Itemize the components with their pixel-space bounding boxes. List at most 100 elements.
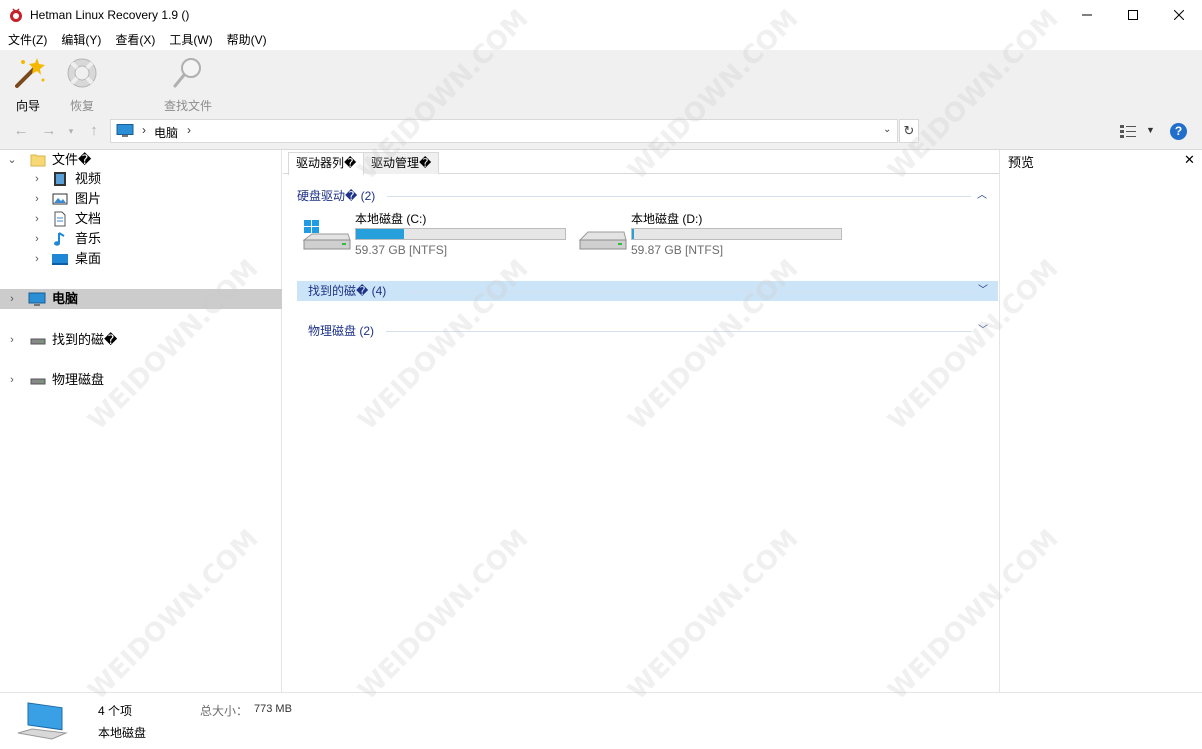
- breadcrumb-computer[interactable]: 电脑: [154, 124, 178, 141]
- address-dropdown-icon[interactable]: ⌄: [883, 124, 891, 135]
- wizard-button[interactable]: 向导: [8, 56, 48, 114]
- menu-file[interactable]: 文件(Z): [0, 30, 54, 50]
- minimize-button[interactable]: [1064, 0, 1110, 30]
- expand-chevron-icon[interactable]: ›: [31, 229, 43, 249]
- computer-icon: [28, 292, 46, 306]
- expand-chevron-icon[interactable]: ›: [6, 289, 18, 309]
- tree-item-label: 文件�: [52, 152, 92, 167]
- group-divider: [407, 291, 972, 292]
- back-arrow-icon[interactable]: ←: [12, 122, 30, 140]
- drive-usage-fill: [632, 229, 635, 239]
- group-title: 物理磁盘 (2): [308, 324, 375, 338]
- find-files-button[interactable]: 查找文件: [158, 56, 218, 114]
- tab-drive-manager[interactable]: 驱动管理�: [363, 152, 440, 174]
- tree-item-label: 图片: [75, 191, 102, 206]
- refresh-button[interactable]: ↻: [899, 119, 919, 143]
- tree-item-found-disks[interactable]: › 找到的磁�: [0, 330, 282, 350]
- magnifier-icon: [173, 58, 201, 88]
- maximize-button[interactable]: [1110, 0, 1156, 30]
- menu-tools[interactable]: 工具(W): [162, 30, 219, 50]
- preview-pane: 预览 ✕: [999, 150, 1202, 692]
- drive-usage-fill: [356, 229, 405, 239]
- close-button[interactable]: [1156, 0, 1202, 30]
- expand-chevron-icon[interactable]: ›: [6, 330, 18, 350]
- expand-chevron-icon[interactable]: ›: [31, 169, 43, 189]
- breadcrumb-separator[interactable]: ›: [142, 123, 146, 137]
- recover-label: 恢复: [69, 99, 94, 113]
- window-title: Hetman Linux Recovery 1.9 (): [30, 8, 190, 22]
- view-mode-dropdown-icon[interactable]: ▼: [1146, 125, 1155, 135]
- breadcrumb-separator-end[interactable]: ›: [187, 123, 191, 137]
- collapse-chevron-icon[interactable]: ⌄: [6, 150, 18, 170]
- forward-arrow-icon[interactable]: →: [40, 122, 58, 140]
- lifebuoy-icon: [67, 58, 97, 88]
- menu-help[interactable]: 帮助(V): [220, 30, 274, 50]
- status-size-value: 773 MB: [254, 703, 292, 715]
- status-item-type: 本地磁盘: [98, 726, 147, 740]
- tree-item-documents[interactable]: › 文档: [0, 209, 282, 229]
- group-found-disks[interactable]: 找到的磁� (4) ﹀: [297, 281, 998, 301]
- tab-drive-list[interactable]: 驱动器列�: [288, 152, 365, 175]
- expand-chevron-icon[interactable]: ›: [31, 189, 43, 209]
- title-bar: Hetman Linux Recovery 1.9 (): [0, 0, 1202, 30]
- drive-d[interactable]: 本地磁盘 (D:) 59.87 GB [NTFS]: [578, 208, 858, 260]
- tree-item-label: 桌面: [75, 251, 102, 266]
- drive-c[interactable]: 本地磁盘 (C:) 59.37 GB [NTFS]: [302, 208, 582, 260]
- computer-icon: [116, 124, 134, 137]
- group-hard-drives[interactable]: 硬盘驱动� (2) ︿: [297, 186, 997, 206]
- tree-item-label: 物理磁盘: [52, 372, 105, 387]
- close-icon: [1174, 10, 1184, 20]
- tree-item-desktop[interactable]: › 桌面: [0, 249, 282, 269]
- menu-edit[interactable]: 编辑(Y): [54, 30, 108, 50]
- computer-icon: [17, 702, 68, 740]
- toolbar: 向导 恢复 查找文件: [0, 50, 1202, 114]
- help-icon[interactable]: ?: [1170, 123, 1187, 140]
- view-mode-icon[interactable]: [1120, 124, 1136, 138]
- group-title: 硬盘驱动� (2): [297, 189, 376, 203]
- tree-item-physical-disks[interactable]: › 物理磁盘: [0, 370, 282, 390]
- tree-item-label: 视频: [75, 171, 102, 186]
- group-physical-disks[interactable]: 物理磁盘 (2) ﹀: [308, 321, 998, 341]
- disk-drive-icon: [30, 378, 46, 385]
- recover-button[interactable]: 恢复: [60, 56, 104, 114]
- group-divider: [386, 331, 972, 332]
- picture-icon: [52, 193, 68, 205]
- app-logo-icon: [10, 8, 22, 22]
- menu-bar: 文件(Z) 编辑(Y) 查看(X) 工具(W) 帮助(V): [0, 30, 1202, 50]
- document-icon: [54, 211, 66, 227]
- video-icon: [54, 172, 66, 186]
- wizard-label: 向导: [15, 99, 40, 113]
- status-bar: 4 个项 本地磁盘 总大小： 773 MB: [0, 692, 1202, 749]
- drive-list-panel: 驱动器列� 驱动管理� 硬盘驱动� (2) ︿ 本地磁盘 (C:) 59.37 …: [283, 150, 999, 692]
- expand-chevron-icon[interactable]: ›: [6, 370, 18, 390]
- chevron-down-icon[interactable]: ﹀: [978, 321, 988, 341]
- tree-item-files[interactable]: ⌄ 文件�: [0, 150, 282, 170]
- expand-chevron-icon[interactable]: ›: [31, 209, 43, 229]
- drive-icon: [578, 231, 627, 250]
- chevron-up-icon[interactable]: ︿: [977, 186, 987, 206]
- magic-wand-icon: [15, 58, 45, 88]
- tree-item-computer[interactable]: › 电脑: [0, 289, 282, 309]
- expand-chevron-icon[interactable]: ›: [31, 249, 43, 269]
- tree-item-videos[interactable]: › 视频: [0, 169, 282, 189]
- folder-icon: [30, 154, 46, 167]
- drive-usage-bar: [355, 228, 566, 240]
- disk-drive-icon: [30, 338, 46, 345]
- menu-view[interactable]: 查看(X): [108, 30, 162, 50]
- music-note-icon: [54, 232, 65, 246]
- drive-name: 本地磁盘 (C:): [355, 212, 427, 226]
- preview-close-icon[interactable]: ✕: [1184, 152, 1195, 168]
- windows-drive-icon: [302, 220, 351, 250]
- up-arrow-icon[interactable]: ↑: [85, 122, 103, 140]
- folder-tree: ⌄ 文件� › 视频 › 图片 › 文档 › 音乐 › 桌面 › 电脑 › 找到…: [0, 150, 282, 692]
- tree-item-label: 音乐: [75, 231, 102, 246]
- group-divider: [387, 196, 971, 197]
- chevron-down-icon[interactable]: ﹀: [978, 281, 988, 301]
- history-dropdown-icon[interactable]: ▾: [62, 122, 80, 140]
- address-field[interactable]: › 电脑 › ⌄: [110, 119, 898, 143]
- tree-item-pictures[interactable]: › 图片: [0, 189, 282, 209]
- address-bar-row: ← → ▾ ↑ › 电脑 › ⌄ ↻ ▼ ?: [0, 114, 1202, 150]
- preview-title: 预览: [1008, 155, 1035, 170]
- minimize-icon: [1082, 14, 1092, 16]
- tree-item-music[interactable]: › 音乐: [0, 229, 282, 249]
